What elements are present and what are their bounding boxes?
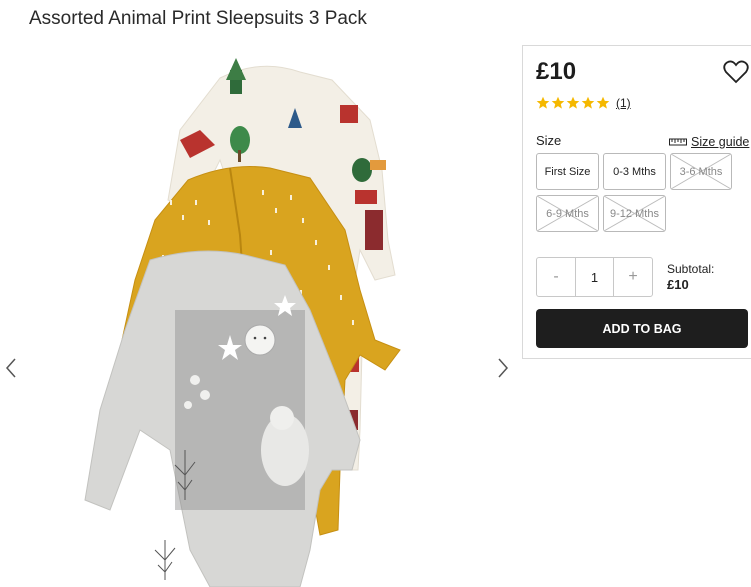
size-option-3-6-mths[interactable]: 3-6 Mths <box>670 153 732 190</box>
quantity-input[interactable]: 1 <box>575 258 614 296</box>
size-label: Size <box>536 133 562 148</box>
purchase-panel: £10 (1) Size Size guide First Size 0-3 M… <box>522 45 751 359</box>
size-option-0-3-mths[interactable]: 0-3 Mths <box>603 153 666 190</box>
heart-icon <box>723 60 749 84</box>
size-option-6-9-mths[interactable]: 6-9 Mths <box>536 195 599 232</box>
review-count-link[interactable]: (1) <box>616 96 631 110</box>
add-to-bag-button[interactable]: ADD TO BAG <box>536 309 748 348</box>
subtotal: Subtotal: £10 <box>667 261 714 293</box>
gallery-next-button[interactable] <box>494 358 512 378</box>
chevron-right-icon <box>498 358 509 378</box>
quantity-decrease-button[interactable]: - <box>537 258 575 296</box>
chevron-left-icon <box>5 358 16 378</box>
star-icon <box>566 96 580 109</box>
subtotal-value: £10 <box>667 277 689 292</box>
size-option-9-12-mths[interactable]: 9-12 Mths <box>603 195 666 232</box>
gallery-prev-button[interactable] <box>2 358 20 378</box>
product-image[interactable] <box>70 50 450 587</box>
page-title: Assorted Animal Print Sleepsuits 3 Pack <box>29 8 367 29</box>
star-icon <box>581 96 595 109</box>
star-icon <box>536 96 550 109</box>
size-guide-link[interactable]: Size guide <box>669 135 749 149</box>
quantity-stepper: - 1 + <box>536 257 653 297</box>
product-price: £10 <box>536 58 577 85</box>
wishlist-button[interactable] <box>723 60 749 84</box>
star-icon <box>551 96 565 109</box>
size-guide-label: Size guide <box>691 135 750 149</box>
ruler-icon <box>669 138 687 146</box>
quantity-increase-button[interactable]: + <box>614 258 652 296</box>
star-icon <box>596 96 610 109</box>
rating: (1) <box>536 96 631 110</box>
size-option-first-size[interactable]: First Size <box>536 153 599 190</box>
subtotal-label: Subtotal: <box>667 262 715 276</box>
product-gallery <box>0 40 520 587</box>
